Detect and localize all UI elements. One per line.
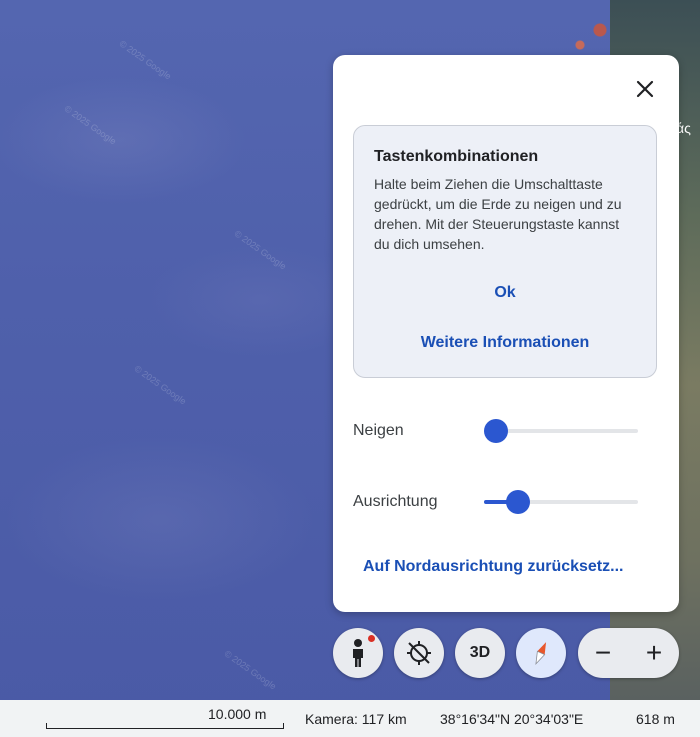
zoom-in-button[interactable]: + bbox=[629, 628, 679, 678]
close-button[interactable] bbox=[631, 75, 659, 103]
map-watermark: © 2025 Google bbox=[222, 648, 279, 692]
map-watermark: © 2025 Google bbox=[62, 103, 119, 147]
status-bar: 10.000 m Kamera: 117 km 38°16'34"N 20°34… bbox=[0, 700, 700, 737]
elevation: 618 m bbox=[636, 711, 675, 727]
tip-title: Tastenkombinationen bbox=[374, 148, 539, 165]
notification-dot bbox=[368, 635, 375, 642]
map-watermark: © 2025 Google bbox=[117, 38, 174, 82]
location-disabled-icon bbox=[407, 641, 431, 665]
tilt-slider-thumb[interactable] bbox=[484, 419, 508, 443]
coordinates: 38°16'34"N 20°34'03"E bbox=[440, 711, 584, 727]
compass-icon bbox=[535, 642, 547, 666]
heading-label: Ausrichtung bbox=[353, 493, 438, 510]
navigation-panel: Tastenkombinationen Halte beim Ziehen di… bbox=[333, 55, 679, 612]
tilt-label: Neigen bbox=[353, 422, 404, 439]
heading-slider-thumb[interactable] bbox=[506, 490, 530, 514]
pegman-button[interactable] bbox=[333, 628, 383, 678]
minus-icon: − bbox=[594, 637, 612, 668]
3d-toggle-button[interactable]: 3D bbox=[455, 628, 505, 678]
plus-icon: + bbox=[645, 637, 663, 668]
ok-button[interactable]: Ok bbox=[354, 284, 656, 302]
zoom-out-button[interactable]: − bbox=[578, 628, 628, 678]
pegman-icon bbox=[353, 639, 363, 667]
zoom-controls: − + bbox=[578, 628, 679, 678]
3d-label: 3D bbox=[469, 644, 491, 661]
more-info-link[interactable]: Weitere Informationen bbox=[354, 334, 656, 352]
close-icon bbox=[636, 80, 654, 98]
map-watermark: © 2025 Google bbox=[132, 363, 189, 407]
map-watermark: © 2025 Google bbox=[232, 228, 289, 272]
tip-text: Halte beim Ziehen die Umschalttaste gedr… bbox=[374, 176, 622, 252]
heading-slider[interactable] bbox=[484, 490, 638, 514]
scale-label: 10.000 m bbox=[208, 706, 267, 722]
camera-altitude: Kamera: 117 km bbox=[305, 711, 407, 727]
scale-bar bbox=[46, 723, 284, 729]
shortcuts-tip-card: Tastenkombinationen Halte beim Ziehen di… bbox=[353, 125, 657, 378]
reset-north-link[interactable]: Auf Nordausrichtung zurücksetz... bbox=[363, 558, 623, 576]
tilt-slider[interactable] bbox=[484, 419, 638, 443]
my-location-button[interactable] bbox=[394, 628, 444, 678]
compass-button[interactable] bbox=[516, 628, 566, 678]
